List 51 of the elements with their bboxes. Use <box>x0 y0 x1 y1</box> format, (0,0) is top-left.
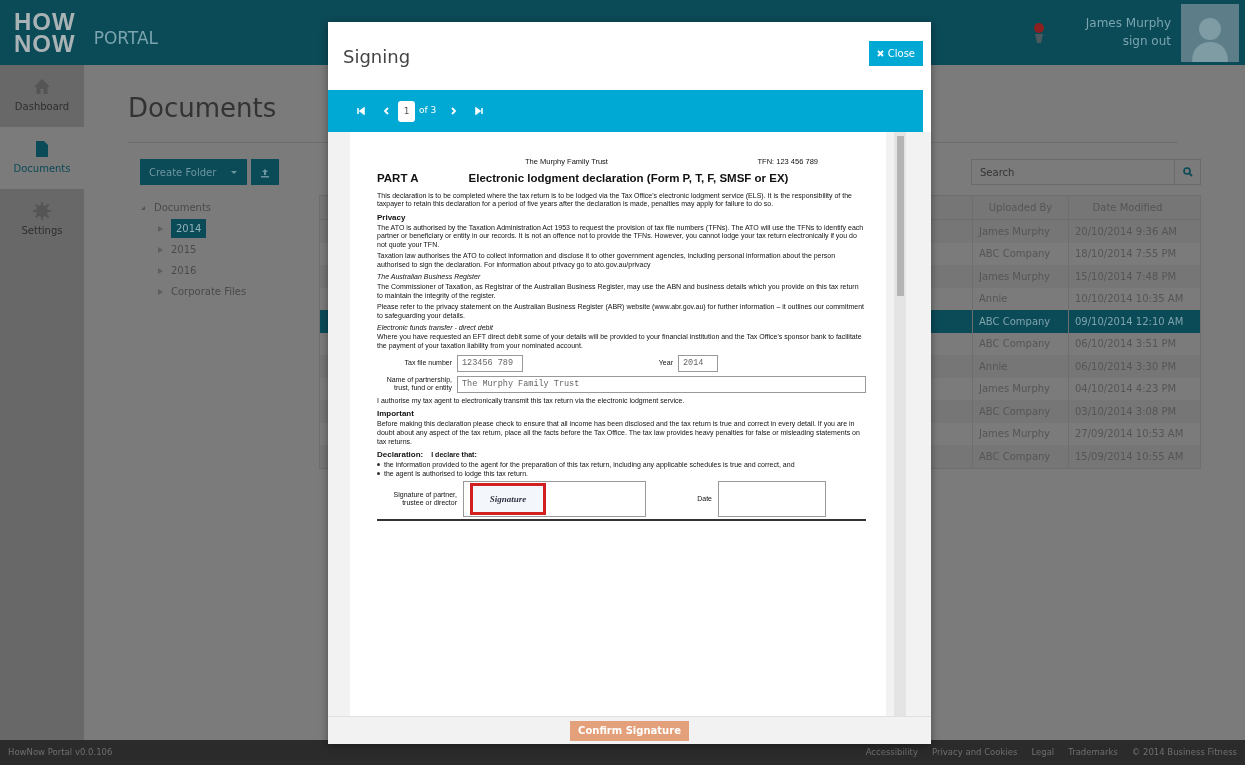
document-subheading: Important <box>377 408 415 420</box>
document-heading: Electronic lodgment declaration (Form P, T, F, SMSF or EX) <box>468 171 789 187</box>
avatar-placeholder <box>1181 3 1239 62</box>
signature-stamp[interactable]: Signature <box>470 483 546 516</box>
date-field[interactable] <box>718 481 826 518</box>
footer-link[interactable]: Privacy and Cookies <box>931 746 1018 759</box>
last-page-icon <box>475 107 484 115</box>
footer-link[interactable]: Accessibility <box>865 746 918 759</box>
sidebar-item[interactable]: Documents <box>0 127 84 189</box>
close-button[interactable]: Close <box>868 40 923 66</box>
dialog-title: Signing <box>343 44 411 69</box>
bullet-icon <box>377 471 380 475</box>
collapsed-icon[interactable] <box>158 267 163 274</box>
tfn-field: 123456 789 <box>457 354 523 372</box>
sidebar-item[interactable]: Dashboard <box>0 65 84 127</box>
upload-icon <box>259 167 270 178</box>
table-cell-text: 09/10/2014 12:10 AM <box>1075 314 1184 329</box>
tree-item[interactable]: 2014 <box>171 219 207 238</box>
document-subheading: Privacy <box>377 211 407 224</box>
document-icon <box>33 140 51 158</box>
footer-link[interactable]: Legal <box>1031 746 1055 759</box>
signature-field[interactable]: Signature <box>463 481 646 518</box>
entity-field: The Murphy Family Trust <box>457 375 866 393</box>
upload-button[interactable] <box>250 159 279 185</box>
document-heading: PART A <box>377 171 419 187</box>
table-cell-text: ABC Company <box>979 314 1051 329</box>
footer-link[interactable]: Trademarks <box>1068 746 1118 759</box>
create-folder-button[interactable]: Create Folder <box>140 159 247 185</box>
user-name: James Murphy <box>1085 15 1171 33</box>
version-label: HowNow Portal v0.0.106 <box>8 746 113 759</box>
page-number-field[interactable]: 1 <box>398 100 415 122</box>
sidebar-item[interactable]: Settings <box>0 189 84 251</box>
copyright-text: © 2014 Business Fitness <box>1131 746 1237 759</box>
close-icon <box>876 49 884 57</box>
collapsed-icon[interactable] <box>158 225 163 232</box>
search-input[interactable]: Search <box>972 160 1174 184</box>
first-page-icon <box>357 107 365 115</box>
next-icon <box>451 107 458 115</box>
logo: HOW NOW <box>14 10 76 55</box>
scrollbar-thumb[interactable] <box>896 136 904 296</box>
year-field: 2014 <box>678 354 718 372</box>
search-field[interactable]: Search <box>971 159 1201 185</box>
collapsed-icon[interactable] <box>158 288 163 295</box>
previous-icon <box>383 107 389 115</box>
collapsed-icon[interactable] <box>158 246 163 253</box>
page-count: of 3 <box>419 104 437 118</box>
sign-out-link[interactable]: sign out <box>1085 32 1171 50</box>
caret-icon <box>229 170 238 175</box>
bullet-icon <box>377 463 380 467</box>
document-subheading: Declaration: <box>377 448 424 461</box>
portal-title: PORTAL <box>93 26 159 50</box>
